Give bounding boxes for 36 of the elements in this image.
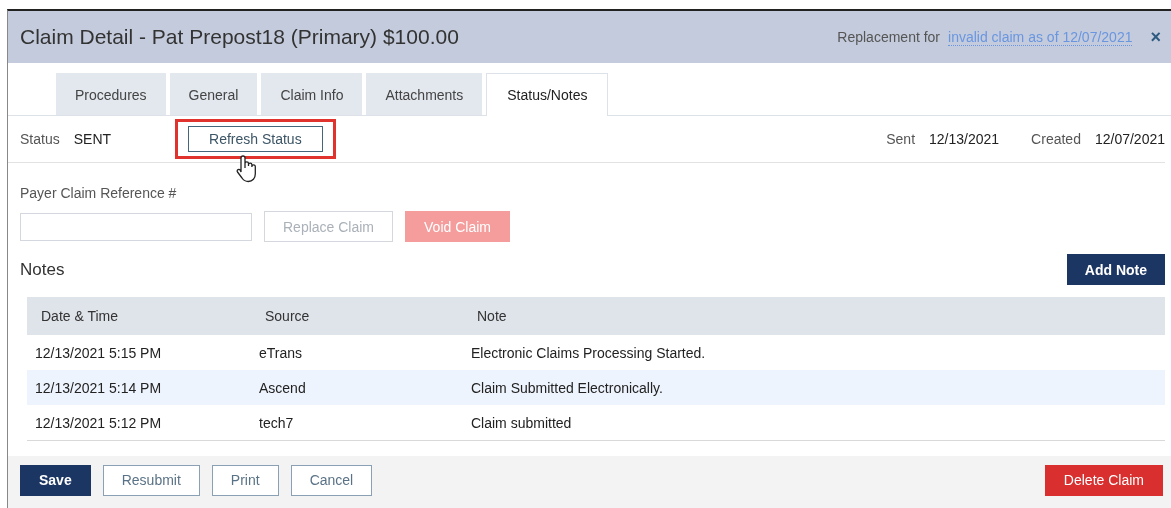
print-button[interactable]: Print	[211, 464, 279, 496]
table-cell: Ascend	[251, 370, 463, 405]
tab[interactable]: Attachments	[366, 73, 483, 115]
replacement-label: Replacement for	[837, 29, 941, 45]
status-value: SENT	[73, 131, 112, 147]
resubmit-button[interactable]: Resubmit	[102, 464, 200, 496]
created-date: 12/07/2021	[1094, 131, 1165, 147]
column-header: Note	[463, 297, 1165, 335]
window-title: Claim Detail - Pat Prepost18 (Primary) $100.00	[20, 25, 460, 49]
tab[interactable]: Status/Notes	[486, 73, 609, 116]
payer-reference-field[interactable]	[20, 212, 252, 241]
delete-claim-button[interactable]: Delete Claim	[1044, 464, 1163, 496]
table-cell: Claim submitted	[463, 405, 1165, 441]
tab[interactable]: Claim Info	[261, 73, 363, 115]
refresh-status-button[interactable]: Refresh Status	[188, 126, 323, 152]
table-cell: Claim Submitted Electronically.	[463, 370, 1165, 405]
column-header: Source	[251, 297, 463, 335]
cancel-button[interactable]: Cancel	[290, 464, 373, 496]
table-cell: 12/13/2021 5:15 PM	[27, 335, 251, 370]
add-note-button[interactable]: Add Note	[1066, 254, 1165, 285]
column-header: Date & Time	[27, 297, 251, 335]
tab[interactable]: Procedures	[56, 73, 166, 115]
created-label: Created	[1031, 131, 1081, 147]
payer-reference-label: Payer Claim Reference #	[20, 185, 177, 201]
table-cell: eTrans	[251, 335, 463, 370]
notes-heading: Notes	[20, 259, 65, 280]
table-cell: 12/13/2021 5:12 PM	[27, 405, 251, 441]
table-cell: tech7	[251, 405, 463, 441]
status-label: Status	[20, 131, 60, 147]
sent-date: 12/13/2021	[929, 131, 1000, 147]
tab[interactable]: General	[169, 73, 258, 115]
table-cell: Electronic Claims Processing Started.	[463, 335, 1165, 370]
table-cell: 12/13/2021 5:14 PM	[27, 370, 251, 405]
save-button[interactable]: Save	[20, 464, 91, 496]
close-button[interactable]: ×	[1150, 26, 1161, 48]
sent-label: Sent	[886, 131, 916, 147]
